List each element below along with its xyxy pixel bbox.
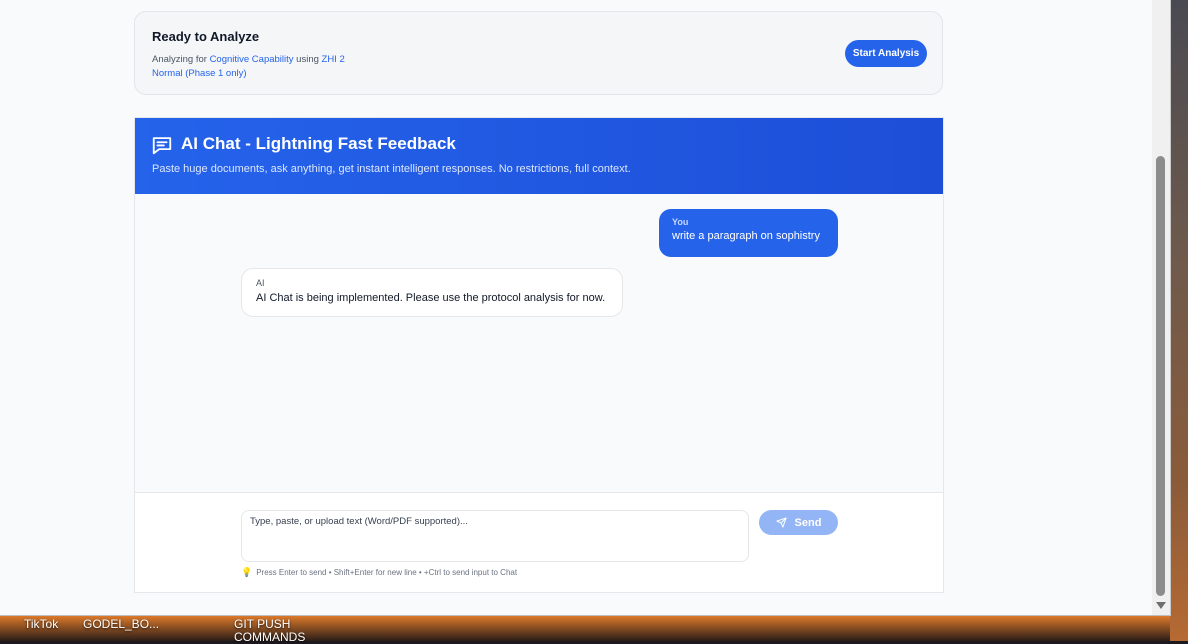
chat-subtitle: Paste huge documents, ask anything, get … <box>152 163 631 175</box>
keyboard-hint: 💡 Press Enter to send • Shift+Enter for … <box>241 567 517 578</box>
desktop-item-tiktok[interactable]: TikTok <box>24 618 58 631</box>
message-text: write a paragraph on sophistry <box>672 230 820 242</box>
using-word: using <box>296 54 319 65</box>
desktop-item-git-push[interactable]: GIT PUSH COMMANDS <box>234 618 314 644</box>
send-label: Send <box>794 516 822 529</box>
chat-header: AI Chat - Lightning Fast Feedback Paste … <box>135 118 943 194</box>
chat-title: AI Chat - Lightning Fast Feedback <box>181 134 456 153</box>
chat-bubble-icon <box>152 137 172 155</box>
vertical-scrollbar[interactable] <box>1152 0 1170 615</box>
model-link[interactable]: ZHI 2 <box>322 54 345 65</box>
user-message: You write a paragraph on sophistry <box>659 209 838 257</box>
send-button[interactable]: Send <box>759 510 838 535</box>
chat-messages: You write a paragraph on sophistry AI AI… <box>135 194 943 492</box>
scroll-down-arrow-icon[interactable] <box>1156 602 1166 609</box>
desktop-wallpaper-edge <box>1170 0 1188 641</box>
chat-input-area: Send 💡 Press Enter to send • Shift+Enter… <box>135 492 943 592</box>
ready-to-analyze-card: Ready to Analyze Analyzing for Cognitive… <box>134 11 943 95</box>
scrollbar-thumb[interactable] <box>1156 156 1165 596</box>
lightbulb-icon: 💡 <box>241 567 253 577</box>
chat-input[interactable] <box>241 510 749 562</box>
ai-chat-panel: AI Chat - Lightning Fast Feedback Paste … <box>134 117 944 593</box>
analysis-config-line: Analyzing for Cognitive Capability using… <box>152 54 345 65</box>
send-icon <box>775 517 787 528</box>
desktop-item-godel[interactable]: GODEL_BO... <box>83 618 159 631</box>
analyzing-prefix: Analyzing for <box>152 54 207 65</box>
ai-message: AI AI Chat is being implemented. Please … <box>241 268 623 317</box>
browser-window: Ready to Analyze Analyzing for Cognitive… <box>0 0 1171 616</box>
start-analysis-button[interactable]: Start Analysis <box>845 40 927 67</box>
ready-title: Ready to Analyze <box>152 29 260 44</box>
message-sender: AI <box>256 278 265 288</box>
page-content: Ready to Analyze Analyzing for Cognitive… <box>0 0 1152 615</box>
capability-link[interactable]: Cognitive Capability <box>210 54 294 65</box>
hint-text: Press Enter to send • Shift+Enter for ne… <box>256 568 518 577</box>
mode-link[interactable]: Normal (Phase 1 only) <box>152 68 247 79</box>
message-text: AI Chat is being implemented. Please use… <box>256 292 606 304</box>
desktop-icon-labels: TikTok GODEL_BO... GIT PUSH COMMANDS <box>0 614 1188 644</box>
message-sender: You <box>672 217 689 227</box>
